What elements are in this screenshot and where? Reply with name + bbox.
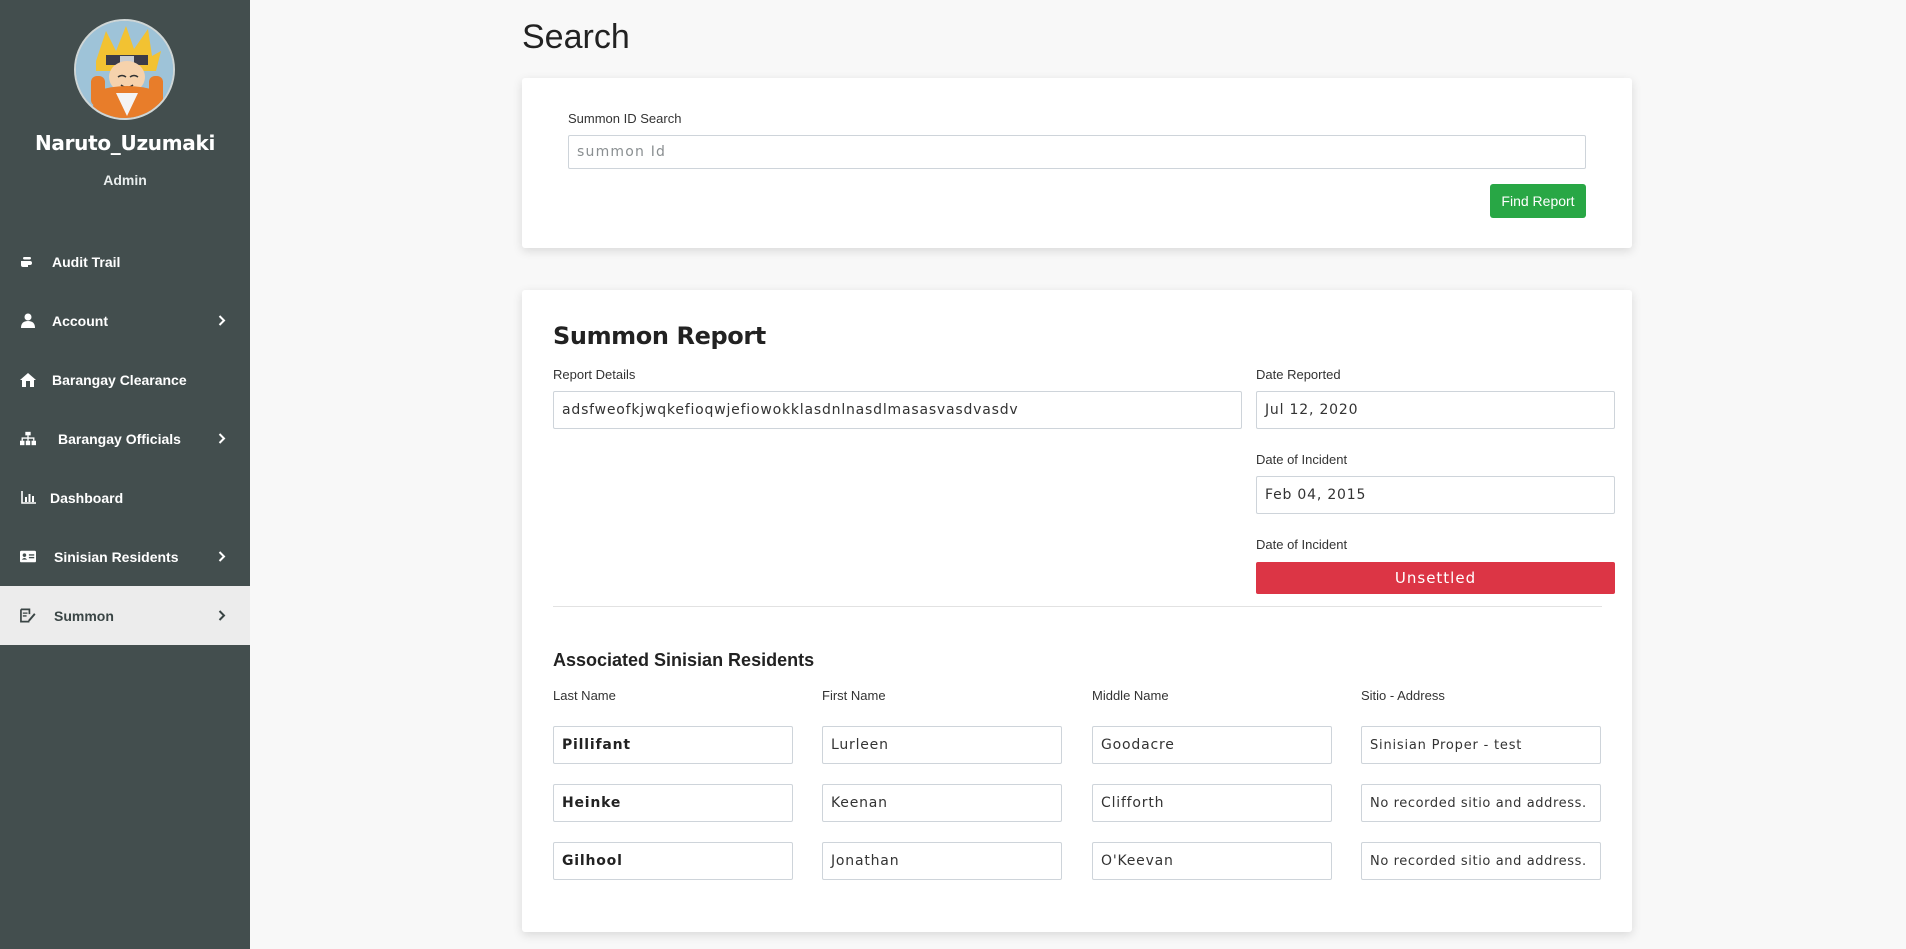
resident-first-name[interactable]: Keenan bbox=[822, 784, 1062, 822]
hand-pointer-icon bbox=[20, 254, 36, 270]
sidebar-item-barangay-officials[interactable]: Barangay Officials bbox=[0, 409, 250, 468]
sitemap-icon bbox=[20, 431, 36, 447]
associated-residents-title: Associated Sinisian Residents bbox=[553, 650, 815, 670]
section-divider bbox=[553, 606, 1602, 607]
resident-first-name[interactable]: Lurleen bbox=[822, 726, 1062, 764]
report-title: Summon Report bbox=[553, 322, 766, 350]
resident-first-name[interactable]: Jonathan bbox=[822, 842, 1062, 880]
column-header-last-name: Last Name bbox=[553, 688, 616, 703]
column-header-middle-name: Middle Name bbox=[1092, 688, 1169, 703]
date-incident-label: Date of Incident bbox=[1256, 452, 1348, 467]
status-badge: Unsettled bbox=[1256, 562, 1615, 594]
resident-middle-name[interactable]: O'Keevan bbox=[1092, 842, 1332, 880]
sidebar-item-label: Dashboard bbox=[50, 489, 124, 506]
sidebar-item-label: Summon bbox=[54, 607, 114, 624]
user-role: Admin bbox=[103, 172, 147, 188]
summon-report-card: Summon Report Report Details adsfweofkjw… bbox=[522, 290, 1632, 932]
edit-document-icon bbox=[20, 608, 36, 624]
sidebar-item-sinisian-residents[interactable]: Sinisian Residents bbox=[0, 527, 250, 586]
chevron-right-icon bbox=[218, 551, 228, 563]
find-report-button[interactable]: Find Report bbox=[1490, 184, 1586, 218]
summon-id-input[interactable] bbox=[568, 135, 1586, 169]
date-incident-field[interactable]: Feb 04, 2015 bbox=[1256, 476, 1615, 514]
date-reported-field[interactable]: Jul 12, 2020 bbox=[1256, 391, 1615, 429]
user-avatar[interactable] bbox=[74, 19, 175, 120]
summon-id-label: Summon ID Search bbox=[568, 111, 682, 126]
sidebar: Naruto_Uzumaki Admin Audit Trail Account… bbox=[0, 0, 250, 949]
report-details-field[interactable]: adsfweofkjwqkefioqwjefiowokklasdnlnasdlm… bbox=[553, 391, 1242, 429]
search-card: Summon ID Search Find Report bbox=[522, 78, 1632, 248]
resident-sitio-address[interactable]: Sinisian Proper - test bbox=[1361, 726, 1601, 764]
id-card-icon bbox=[20, 549, 36, 565]
sidebar-item-account[interactable]: Account bbox=[0, 291, 250, 350]
resident-sitio-address[interactable]: No recorded sitio and address. bbox=[1361, 784, 1601, 822]
bar-chart-icon bbox=[20, 490, 36, 506]
sidebar-item-label: Audit Trail bbox=[52, 253, 121, 270]
sidebar-item-barangay-clearance[interactable]: Barangay Clearance bbox=[0, 350, 250, 409]
resident-sitio-address[interactable]: No recorded sitio and address. bbox=[1361, 842, 1601, 880]
chevron-right-icon bbox=[218, 610, 228, 622]
sidebar-item-dashboard[interactable]: Dashboard bbox=[0, 468, 250, 527]
chevron-right-icon bbox=[218, 315, 228, 327]
sidebar-nav: Audit Trail Account Barangay Clearance B… bbox=[0, 232, 250, 645]
sidebar-item-label: Barangay Clearance bbox=[52, 371, 187, 388]
resident-last-name[interactable]: Gilhool bbox=[553, 842, 793, 880]
chevron-right-icon bbox=[218, 433, 228, 445]
column-header-sitio-address: Sitio - Address bbox=[1361, 688, 1445, 703]
avatar-image bbox=[76, 21, 173, 118]
sidebar-item-label: Sinisian Residents bbox=[54, 548, 179, 565]
resident-middle-name[interactable]: Goodacre bbox=[1092, 726, 1332, 764]
column-header-first-name: First Name bbox=[822, 688, 886, 703]
sidebar-item-label: Barangay Officials bbox=[58, 430, 181, 447]
date-reported-label: Date Reported bbox=[1256, 367, 1341, 382]
resident-middle-name[interactable]: Clifforth bbox=[1092, 784, 1332, 822]
report-details-label: Report Details bbox=[553, 367, 636, 382]
page-title: Search bbox=[522, 18, 630, 56]
user-icon bbox=[20, 313, 36, 329]
username: Naruto_Uzumaki bbox=[34, 131, 216, 155]
resident-last-name[interactable]: Heinke bbox=[553, 784, 793, 822]
status-label: Date of Incident bbox=[1256, 537, 1348, 552]
sidebar-item-label: Account bbox=[52, 312, 108, 329]
sidebar-item-audit-trail[interactable]: Audit Trail bbox=[0, 232, 250, 291]
sidebar-item-summon[interactable]: Summon bbox=[0, 586, 250, 645]
house-icon bbox=[20, 372, 36, 388]
resident-last-name[interactable]: Pillifant bbox=[553, 726, 793, 764]
